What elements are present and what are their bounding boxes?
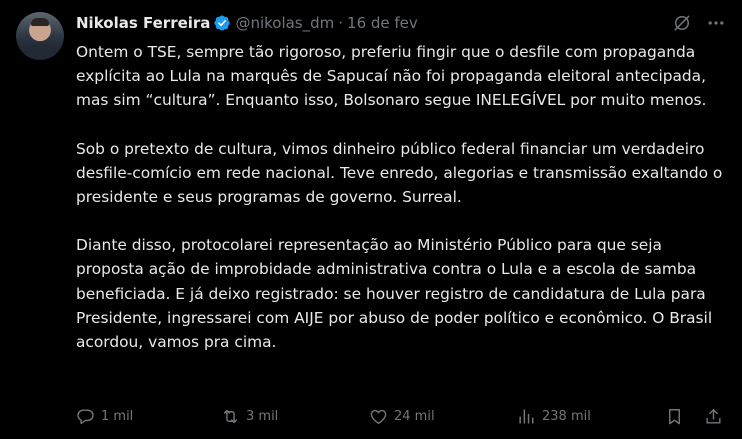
like-button[interactable]: 24 mil: [369, 407, 435, 426]
avatar-shirt: [24, 44, 56, 60]
top-actions: [672, 13, 726, 33]
tweet[interactable]: Nikolas Ferreira @nikolas_dm · 16 de fev…: [0, 0, 742, 439]
bookmark-button[interactable]: [665, 407, 684, 426]
author-name[interactable]: Nikolas Ferreira: [76, 12, 210, 34]
reply-icon: [77, 408, 94, 424]
separator-dot: ·: [338, 14, 344, 32]
reply-count: 1 mil: [101, 408, 134, 424]
tweet-text: Ontem o TSE, sempre tão rigoroso, prefer…: [76, 40, 726, 378]
tweet-paragraph: Sob o pretexto de cultura, vimos dinheir…: [76, 139, 723, 207]
views-count: 238 mil: [542, 408, 591, 424]
verified-badge-icon[interactable]: [213, 14, 231, 32]
tweet-paragraph: Diante disso, protocolarei representação…: [76, 236, 713, 352]
author-handle[interactable]: @nikolas_dm: [235, 12, 334, 34]
share-button[interactable]: [704, 407, 723, 426]
views-icon: [519, 408, 534, 424]
retweet-icon: [223, 409, 238, 423]
avatar[interactable]: [16, 12, 64, 60]
like-icon: [370, 409, 387, 424]
avatar-hair: [31, 18, 49, 26]
tweet-paragraph: Ontem o TSE, sempre tão rigoroso, prefer…: [76, 43, 707, 110]
share-icon: [706, 408, 721, 424]
views-button[interactable]: 238 mil: [517, 407, 591, 426]
retweet-button[interactable]: 3 mil: [221, 407, 278, 426]
bookmark-icon: [669, 408, 680, 424]
grok-icon[interactable]: [672, 13, 692, 33]
tweet-header: Nikolas Ferreira @nikolas_dm · 16 de fev: [76, 12, 418, 34]
reply-button[interactable]: 1 mil: [76, 407, 133, 426]
tweet-date[interactable]: 16 de fev: [347, 12, 418, 34]
retweet-count: 3 mil: [246, 408, 279, 424]
action-bar: 1 mil 3 mil 24 mil 238 mil: [76, 405, 726, 427]
like-count: 24 mil: [394, 408, 435, 424]
more-icon[interactable]: [706, 13, 726, 33]
